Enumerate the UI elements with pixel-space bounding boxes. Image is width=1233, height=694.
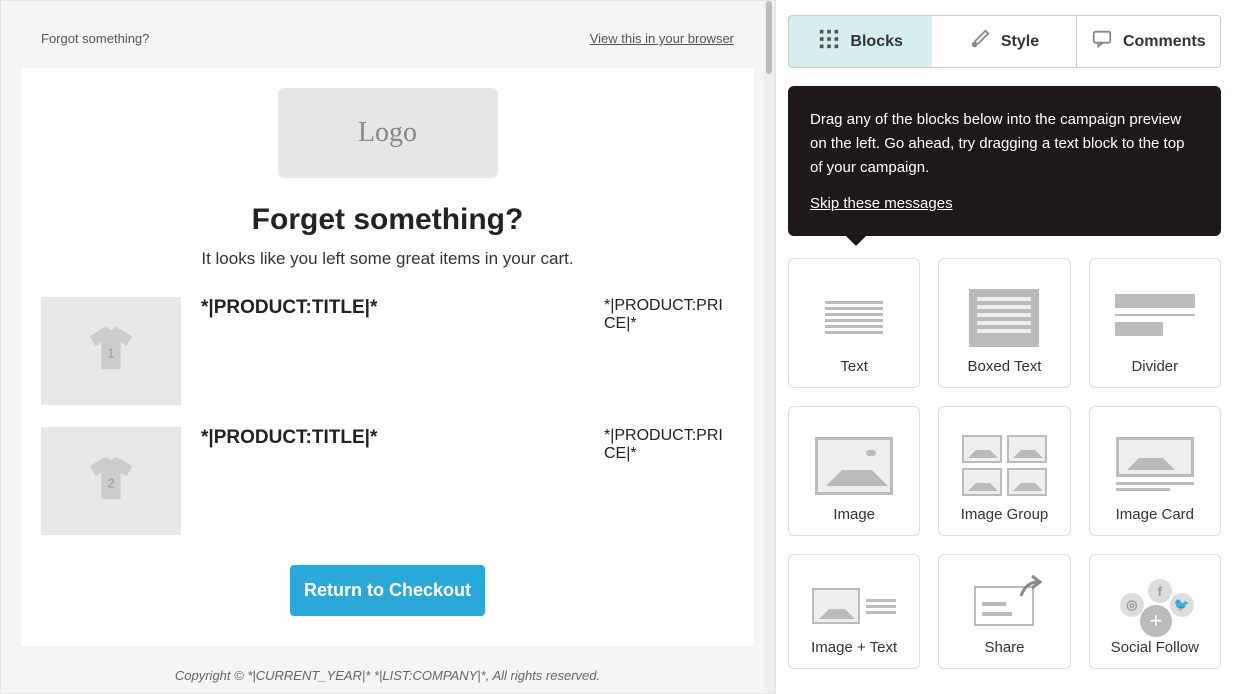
email-headline[interactable]: Forget something? xyxy=(41,203,734,237)
svg-text:2: 2 xyxy=(108,476,115,490)
editor-sidebar: Blocks Style Comments Drag any of the bl… xyxy=(775,0,1233,694)
block-label: Social Follow xyxy=(1111,639,1199,656)
scrollbar[interactable] xyxy=(764,1,774,694)
comment-icon xyxy=(1091,28,1113,55)
block-label: Image Group xyxy=(961,506,1049,523)
text-lines-icon xyxy=(799,277,909,358)
product-thumbnail: 1 xyxy=(41,297,181,405)
svg-text:1: 1 xyxy=(108,346,115,360)
block-boxed-text[interactable]: Boxed Text xyxy=(938,258,1070,388)
email-body[interactable]: Logo Forget something? It looks like you… xyxy=(21,68,754,646)
tab-style[interactable]: Style xyxy=(932,16,1076,67)
view-in-browser-link[interactable]: View this in your browser xyxy=(590,31,734,46)
onboarding-tooltip: Drag any of the blocks below into the ca… xyxy=(788,86,1221,236)
product-thumbnail: 2 xyxy=(41,427,181,535)
tab-comments[interactable]: Comments xyxy=(1077,16,1220,67)
product-title[interactable]: *|PRODUCT:TITLE|* xyxy=(201,427,584,449)
blocks-grid: Text Boxed Text Divider Image Image Grou… xyxy=(788,258,1221,669)
block-label: Image + Text xyxy=(811,639,897,656)
social-follow-icon: f◎🐦+ xyxy=(1100,573,1210,639)
product-price[interactable]: *|PRODUCT:PRICE|* xyxy=(604,427,734,463)
product-title[interactable]: *|PRODUCT:TITLE|* xyxy=(201,297,584,319)
sidebar-tab-bar: Blocks Style Comments xyxy=(788,15,1221,68)
logo-placeholder[interactable]: Logo xyxy=(278,88,498,178)
image-text-icon xyxy=(799,573,909,639)
product-row[interactable]: 1 *|PRODUCT:TITLE|* *|PRODUCT:PRICE|* xyxy=(41,297,734,405)
image-group-icon xyxy=(949,425,1059,506)
block-label: Image xyxy=(833,506,875,523)
block-image-card[interactable]: Image Card xyxy=(1089,406,1221,536)
return-to-checkout-button[interactable]: Return to Checkout xyxy=(290,565,485,616)
block-label: Share xyxy=(984,639,1024,656)
skip-messages-link[interactable]: Skip these messages xyxy=(810,192,953,216)
product-price[interactable]: *|PRODUCT:PRICE|* xyxy=(604,297,734,333)
tshirt-icon: 2 xyxy=(82,455,140,508)
image-card-icon xyxy=(1100,425,1210,506)
email-preheader: Forgot something? View this in your brow… xyxy=(1,1,774,56)
divider-icon xyxy=(1100,277,1210,358)
block-label: Text xyxy=(840,358,868,375)
campaign-preview-pane: Forgot something? View this in your brow… xyxy=(0,0,775,694)
block-text[interactable]: Text xyxy=(788,258,920,388)
block-image-group[interactable]: Image Group xyxy=(938,406,1070,536)
block-image[interactable]: Image xyxy=(788,406,920,536)
block-divider[interactable]: Divider xyxy=(1089,258,1221,388)
email-subheadline[interactable]: It looks like you left some great items … xyxy=(41,249,734,269)
tooltip-text: Drag any of the blocks below into the ca… xyxy=(810,108,1199,180)
scrollbar-thumb[interactable] xyxy=(766,1,772,74)
email-footer[interactable]: Copyright © *|CURRENT_YEAR|* *|LIST:COMP… xyxy=(1,646,774,693)
boxed-text-icon xyxy=(949,277,1059,358)
blocks-grid-icon xyxy=(818,28,840,55)
block-share[interactable]: Share xyxy=(938,554,1070,669)
paintbrush-icon xyxy=(969,28,991,55)
block-label: Divider xyxy=(1131,358,1178,375)
block-label: Image Card xyxy=(1116,506,1194,523)
image-icon xyxy=(799,425,909,506)
tab-label: Blocks xyxy=(850,33,902,51)
preheader-text: Forgot something? xyxy=(41,31,149,46)
tshirt-icon: 1 xyxy=(82,325,140,378)
tab-label: Comments xyxy=(1123,33,1206,51)
tab-label: Style xyxy=(1001,33,1039,51)
block-social-follow[interactable]: f◎🐦+ Social Follow xyxy=(1089,554,1221,669)
product-row[interactable]: 2 *|PRODUCT:TITLE|* *|PRODUCT:PRICE|* xyxy=(41,427,734,535)
share-icon xyxy=(949,573,1059,639)
block-label: Boxed Text xyxy=(968,358,1042,375)
tab-blocks[interactable]: Blocks xyxy=(788,15,933,68)
block-image-text[interactable]: Image + Text xyxy=(788,554,920,669)
